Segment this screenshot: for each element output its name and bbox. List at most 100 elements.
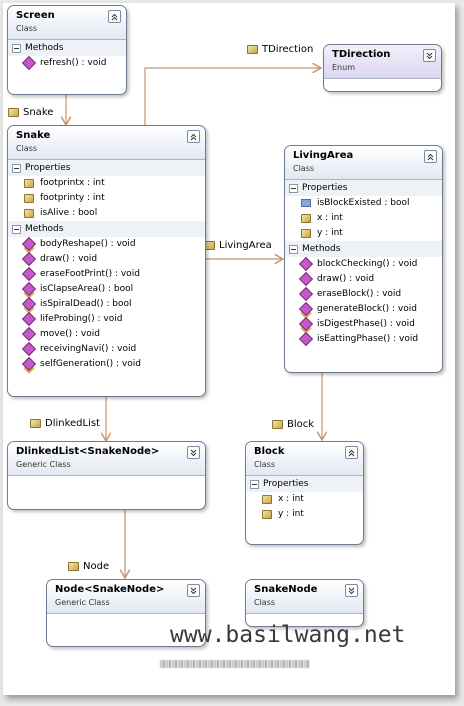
class-header: TDirection Enum <box>324 45 441 79</box>
member-text: lifeProbing() : void <box>40 314 123 324</box>
expand-chevron-icon[interactable] <box>187 584 200 597</box>
member-row[interactable]: isDigestPhase() : void <box>285 316 442 332</box>
class-name: Node<SnakeNode> <box>55 584 165 595</box>
class-header: SnakeNode Class <box>246 580 363 614</box>
expand-chevron-icon[interactable] <box>423 49 436 62</box>
property-icon <box>68 562 79 571</box>
member-row[interactable]: selfGeneration() : void <box>8 356 205 372</box>
compartment-toggle[interactable]: Methods <box>8 40 126 56</box>
assoc-label-snake: Snake <box>8 107 53 118</box>
class-screen[interactable]: Screen Class Methods refresh() : void <box>7 5 127 95</box>
collapse-chevron-icon[interactable] <box>424 150 437 163</box>
member-row[interactable]: generateBlock() : void <box>285 301 442 317</box>
class-name: LivingArea <box>293 150 354 161</box>
method-icon <box>21 266 37 282</box>
member-text: draw() : void <box>317 274 375 284</box>
collapse-chevron-icon[interactable] <box>187 130 200 143</box>
member-row[interactable]: footprintx : int <box>8 176 205 191</box>
method-icon <box>21 251 37 267</box>
expand-chevron-icon[interactable] <box>187 446 200 459</box>
member-row[interactable]: y : int <box>246 507 363 522</box>
member-row[interactable]: draw() : void <box>8 251 205 267</box>
class-snake[interactable]: Snake Class Properties footprintx : int foot… <box>7 125 206 397</box>
member-row[interactable]: lifeProbing() : void <box>8 311 205 327</box>
class-header: DlinkedList<SnakeNode> Generic Class <box>8 442 205 476</box>
member-row[interactable]: isAlive : bool <box>8 206 205 221</box>
blurred-caption <box>160 660 310 668</box>
class-livingarea[interactable]: LivingArea Class Properties isBlockExisted … <box>284 145 443 373</box>
member-row[interactable]: receivingNavi() : void <box>8 341 205 357</box>
member-text: isBlockExisted : bool <box>317 198 410 208</box>
collapse-minus-icon[interactable] <box>289 244 298 254</box>
compartment-title: Properties <box>263 479 309 489</box>
field-icon <box>301 199 311 207</box>
compartment-methods: Methods blockChecking() : void draw() : vo… <box>285 241 442 347</box>
member-text: x : int <box>278 494 304 504</box>
collapse-minus-icon[interactable] <box>250 479 259 489</box>
collapse-minus-icon[interactable] <box>12 224 21 234</box>
class-kind: Generic Class <box>16 460 71 469</box>
method-icon <box>21 311 37 327</box>
class-tdirection[interactable]: TDirection Enum <box>323 44 442 92</box>
class-kind: Enum <box>332 63 355 72</box>
collapse-chevron-icon[interactable] <box>345 446 358 459</box>
member-row[interactable]: isSpiralDead() : bool <box>8 296 205 312</box>
collapse-chevron-icon[interactable] <box>108 10 121 23</box>
member-row[interactable]: y : int <box>285 226 442 241</box>
member-row[interactable]: footprinty : int <box>8 191 205 206</box>
member-row[interactable]: blockChecking() : void <box>285 256 442 272</box>
compartment-title: Methods <box>302 244 341 254</box>
compartment-title: Properties <box>302 183 348 193</box>
member-row[interactable]: eraseFootPrint() : void <box>8 266 205 282</box>
member-row[interactable]: eraseBlock() : void <box>285 286 442 302</box>
member-row[interactable]: isBlockExisted : bool <box>285 196 442 211</box>
property-icon <box>272 420 283 429</box>
compartment-toggle[interactable]: Methods <box>8 221 205 237</box>
protected-method-icon <box>298 316 314 332</box>
compartment-toggle[interactable]: Properties <box>285 180 442 196</box>
assoc-label-text: TDirection <box>262 44 314 55</box>
member-text: generateBlock() : void <box>317 304 417 314</box>
class-header: LivingArea Class <box>285 146 442 180</box>
member-row[interactable]: isClapseArea() : bool <box>8 281 205 297</box>
expand-chevron-icon[interactable] <box>345 584 358 597</box>
collapse-minus-icon[interactable] <box>12 43 21 53</box>
method-icon <box>21 326 37 342</box>
property-icon <box>24 208 34 218</box>
class-name: Screen <box>16 10 55 21</box>
class-header: Block Class <box>246 442 363 476</box>
class-name: DlinkedList<SnakeNode> <box>16 446 160 457</box>
member-row[interactable]: draw() : void <box>285 271 442 287</box>
collapse-minus-icon[interactable] <box>289 183 298 193</box>
class-snakenode[interactable]: SnakeNode Class <box>245 579 364 627</box>
method-icon <box>298 286 314 302</box>
member-row[interactable]: x : int <box>285 211 442 226</box>
protected-method-icon <box>298 301 314 317</box>
protected-method-icon <box>21 296 37 312</box>
class-dlinkedlist[interactable]: DlinkedList<SnakeNode> Generic Class <box>7 441 206 510</box>
property-icon <box>30 419 41 428</box>
assoc-snake-tdirection <box>144 68 321 125</box>
compartment-toggle[interactable]: Properties <box>8 160 205 176</box>
member-row[interactable]: x : int <box>246 492 363 507</box>
member-text: receivingNavi() : void <box>40 344 137 354</box>
member-row[interactable]: move() : void <box>8 326 205 342</box>
member-text: draw() : void <box>40 254 98 264</box>
member-row[interactable]: isEattingPhase() : void <box>285 331 442 347</box>
class-header: Screen Class <box>8 6 126 40</box>
protected-method-icon <box>21 236 37 252</box>
assoc-label-block: Block <box>272 419 314 430</box>
method-icon <box>21 341 37 357</box>
compartment-toggle[interactable]: Methods <box>285 241 442 257</box>
method-icon <box>298 256 314 272</box>
member-row[interactable]: bodyReshape() : void <box>8 236 205 252</box>
member-row[interactable]: refresh() : void <box>8 55 126 71</box>
class-block[interactable]: Block Class Properties x : int y : int <box>245 441 364 545</box>
member-text: y : int <box>278 509 304 519</box>
member-text: isAlive : bool <box>40 208 98 218</box>
property-icon <box>8 108 19 117</box>
collapse-minus-icon[interactable] <box>12 163 21 173</box>
compartment-toggle[interactable]: Properties <box>246 476 363 492</box>
member-text: y : int <box>317 228 343 238</box>
assoc-label-text: Node <box>83 561 110 572</box>
